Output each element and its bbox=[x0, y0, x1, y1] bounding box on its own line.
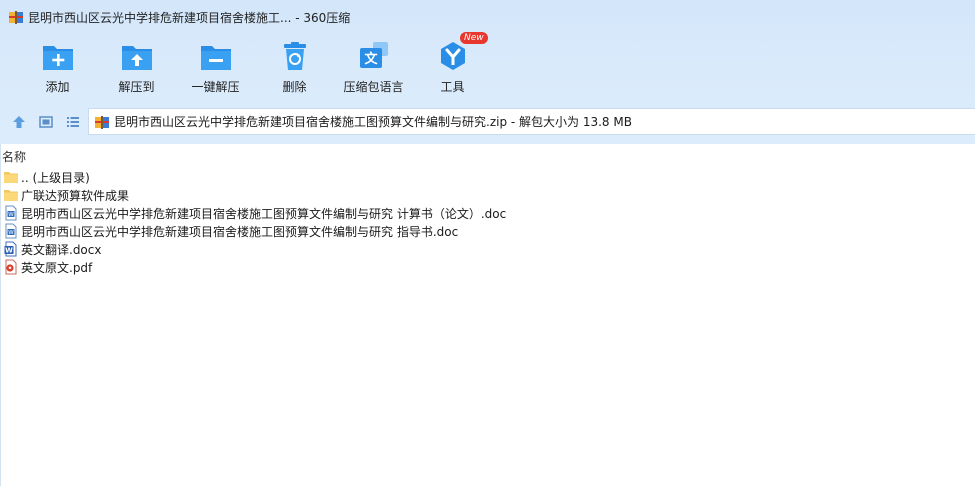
file-name: 昆明市西山区云光中学排危新建项目宿舍楼施工图预算文件编制与研究 指导书.doc bbox=[21, 224, 459, 239]
up-level-button[interactable] bbox=[8, 111, 30, 133]
folder-icon bbox=[4, 190, 18, 201]
address-path: 昆明市西山区云光中学排危新建项目宿舍楼施工图预算文件编制与研究.zip - 解包… bbox=[114, 115, 632, 129]
file-name: .. (上级目录) bbox=[21, 170, 90, 185]
list-item-pdf[interactable]: 英文原文.pdf bbox=[0, 258, 975, 276]
delete-label: 删除 bbox=[282, 80, 307, 94]
tools-label: 工具 bbox=[440, 80, 465, 94]
word-doc-icon: W bbox=[5, 205, 17, 221]
language-icon: 文 bbox=[359, 42, 388, 68]
up-arrow-icon bbox=[13, 116, 25, 128]
file-name: 昆明市西山区云光中学排危新建项目宿舍楼施工图预算文件编制与研究 计算书（论文）.… bbox=[21, 206, 507, 221]
list-item-folder[interactable]: 广联达预算软件成果 bbox=[0, 186, 975, 204]
svg-text:W: W bbox=[5, 247, 13, 255]
one-click-extract-label: 一键解压 bbox=[191, 80, 240, 94]
list-item-doc[interactable]: W 昆明市西山区云光中学排危新建项目宿舍楼施工图预算文件编制与研究 指导书.do… bbox=[0, 222, 975, 240]
thumbnail-view-icon bbox=[39, 116, 53, 128]
list-view-icon bbox=[67, 117, 79, 127]
file-list: .. (上级目录) 广联达预算软件成果 W 昆明市西山区云光中学排危新建项目宿舍… bbox=[0, 168, 975, 276]
archive-language-button[interactable]: 文 压缩包语言 bbox=[334, 34, 413, 98]
tools-button[interactable]: New 工具 bbox=[413, 32, 492, 98]
archive-app-icon bbox=[9, 11, 23, 24]
add-label: 添加 bbox=[45, 80, 70, 94]
add-button[interactable]: 添加 bbox=[18, 34, 97, 98]
column-header-label: 名称 bbox=[2, 149, 27, 164]
delete-button[interactable]: 删除 bbox=[255, 34, 334, 98]
folder-icon bbox=[4, 172, 18, 183]
svg-text:W: W bbox=[8, 212, 14, 218]
list-item-docx[interactable]: W 英文翻译.docx bbox=[0, 240, 975, 258]
word-docx-icon: W bbox=[4, 241, 17, 257]
file-name: 英文原文.pdf bbox=[21, 260, 93, 275]
svg-text:文: 文 bbox=[364, 51, 378, 67]
list-item-doc[interactable]: W 昆明市西山区云光中学排危新建项目宿舍楼施工图预算文件编制与研究 计算书（论文… bbox=[0, 204, 975, 222]
extract-to-label: 解压到 bbox=[118, 80, 155, 94]
add-folder-icon bbox=[42, 46, 73, 70]
file-name: 英文翻译.docx bbox=[21, 242, 102, 257]
column-header-name[interactable]: 名称 bbox=[0, 146, 975, 166]
toolbar: 添加 解压到 一键解压 删除 文 压缩包语言 New 工具 bbox=[0, 32, 975, 98]
extract-to-button[interactable]: 解压到 bbox=[97, 34, 176, 98]
navigation-bar: 昆明市西山区云光中学排危新建项目宿舍楼施工图预算文件编制与研究.zip - 解包… bbox=[0, 106, 975, 138]
list-view-button[interactable] bbox=[62, 111, 84, 133]
list-item-parent-dir[interactable]: .. (上级目录) bbox=[0, 168, 975, 186]
one-click-extract-icon bbox=[200, 46, 231, 70]
word-doc-icon: W bbox=[5, 223, 17, 239]
file-name: 广联达预算软件成果 bbox=[21, 188, 130, 203]
svg-text:W: W bbox=[8, 230, 14, 236]
title-bar: 昆明市西山区云光中学排危新建项目宿舍楼施工... - 360压缩 bbox=[0, 0, 975, 34]
address-bar[interactable]: 昆明市西山区云光中学排危新建项目宿舍楼施工图预算文件编制与研究.zip - 解包… bbox=[88, 108, 975, 135]
pdf-icon bbox=[5, 259, 17, 275]
trash-icon bbox=[283, 42, 306, 70]
thumbnail-view-button[interactable] bbox=[35, 111, 57, 133]
window-title: 昆明市西山区云光中学排危新建项目宿舍楼施工... - 360压缩 bbox=[28, 10, 351, 25]
window-chrome: 昆明市西山区云光中学排危新建项目宿舍楼施工... - 360压缩 添加 解压到 bbox=[0, 0, 975, 144]
extract-to-icon bbox=[121, 46, 152, 70]
new-badge: New bbox=[460, 32, 488, 44]
zip-archive-icon bbox=[95, 115, 109, 129]
archive-language-label: 压缩包语言 bbox=[343, 80, 404, 94]
one-click-extract-button[interactable]: 一键解压 bbox=[176, 34, 255, 98]
